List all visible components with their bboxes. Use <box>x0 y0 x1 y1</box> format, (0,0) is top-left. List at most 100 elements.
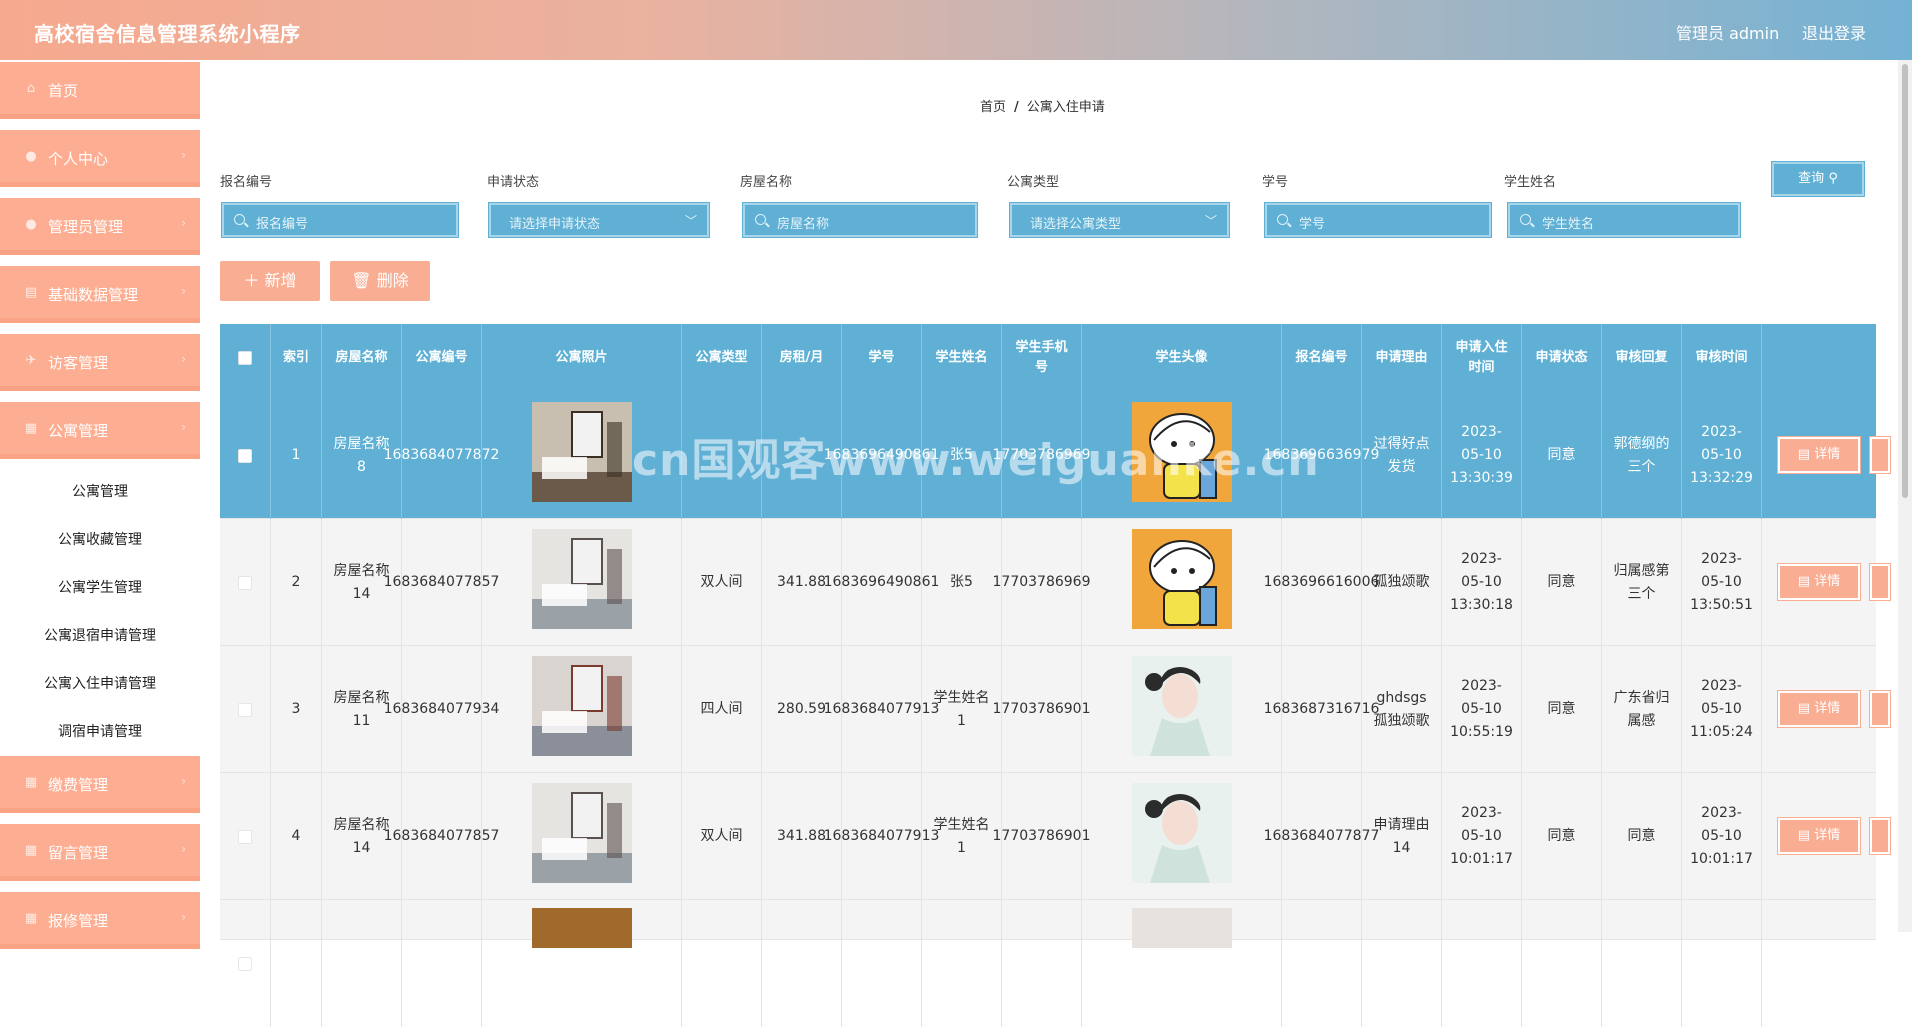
status-select[interactable]: 请选择申请状态 ﹀ <box>489 203 709 237</box>
detail-button[interactable]: ▤ 详情 <box>1778 691 1860 727</box>
cell-status: 同意 <box>1522 392 1602 519</box>
detail-label: 详情 <box>1814 574 1841 589</box>
header-cell: 房租/月 <box>762 324 842 392</box>
grid-icon: ▦ <box>24 421 38 436</box>
cell-report-no: 1683696616006 <box>1264 519 1379 646</box>
table-header: 索引 房屋名称 公寓编号 公寓照片 公寓类型 房租/月 学号 学生姓名 学生手机… <box>220 324 1876 392</box>
detail-button[interactable]: ▤ 详情 <box>1778 818 1860 854</box>
search-icon <box>1520 214 1531 225</box>
select-all-checkbox[interactable] <box>238 351 252 365</box>
student-avatar-cell <box>1082 519 1282 646</box>
cell-apply-time: 2023-05-10 13:30:18 <box>1442 519 1522 646</box>
detail-button[interactable]: ▤ 详情 <box>1778 437 1860 473</box>
sidebar-item-basic-data[interactable]: ▤ 基础数据管理 › <box>0 266 200 326</box>
apartment-photo <box>531 782 632 891</box>
cell-idx: 1 <box>271 392 322 519</box>
chevron-icon: › <box>181 352 186 366</box>
header-cell: 学号 <box>842 324 922 392</box>
row-action-button[interactable] <box>1870 437 1890 473</box>
sub-item-checkout-apply[interactable]: 公寓退宿申请管理 <box>0 612 200 660</box>
header-cell: 审核时间 <box>1682 324 1762 392</box>
sidebar-item-label: 首页 <box>48 82 79 100</box>
detail-label: 详情 <box>1814 701 1841 716</box>
sidebar-item-repair[interactable]: ▦ 报修管理 › <box>0 892 200 952</box>
input-placeholder: 房屋名称 <box>777 217 830 232</box>
header-cell: 学生头像 <box>1082 324 1282 392</box>
header-cell: 公寓照片 <box>482 324 682 392</box>
row-checkbox[interactable] <box>238 575 252 590</box>
sidebar-item-apartment[interactable]: ▦ 公寓管理 › <box>0 402 200 462</box>
sidebar-item-visitor[interactable]: ✈ 访客管理 › <box>0 334 200 394</box>
breadcrumb: 首页 / 公寓入住申请 <box>980 96 1105 115</box>
cell-idx: 3 <box>271 646 322 773</box>
row-action-button[interactable] <box>1870 564 1890 600</box>
student-avatar-cell <box>1082 646 1282 773</box>
cell-apt-no: 1683684077857 <box>384 519 499 646</box>
header-select-all[interactable] <box>220 324 271 392</box>
sub-item-apartment[interactable]: 公寓管理 <box>0 468 200 516</box>
room-name-input[interactable]: 房屋名称 <box>743 203 977 237</box>
student-no-input[interactable]: 学号 <box>1265 203 1491 237</box>
logout-link[interactable]: 退出登录 <box>1802 20 1866 44</box>
cell-reply: 郭德纲的三个 <box>1602 392 1682 519</box>
table-row[interactable] <box>220 900 1876 1027</box>
row-select-cell <box>220 900 271 1027</box>
cell-type: 四人间 <box>682 646 762 773</box>
sidebar-item-label: 报修管理 <box>48 912 109 930</box>
apartment-photo <box>531 401 632 510</box>
filter-label-apt-type: 公寓类型 <box>1007 175 1060 190</box>
row-select-cell <box>220 646 271 773</box>
table-row[interactable]: 4 房屋名称14 1683684077857 双人间 341.88 16836840779… <box>220 773 1890 900</box>
admin-label: 管理员 admin <box>1676 24 1780 43</box>
cell-idx: 4 <box>271 773 322 900</box>
sub-item-checkin-apply[interactable]: 公寓入住申请管理 <box>0 660 200 708</box>
student-name-input[interactable]: 学生姓名 <box>1508 203 1740 237</box>
cell-stu-name: 学生姓名1 <box>922 773 1002 900</box>
data-icon: ▤ <box>24 285 38 300</box>
row-action-button[interactable] <box>1870 818 1890 854</box>
scrollbar-thumb[interactable] <box>1902 64 1908 498</box>
chevron-icon: › <box>181 910 186 924</box>
table-row[interactable]: 2 房屋名称14 1683684077857 双人间 341.88 16836964908… <box>220 519 1890 646</box>
sub-item-transfer-apply[interactable]: 调宿申请管理 <box>0 708 200 756</box>
row-checkbox[interactable] <box>238 956 252 971</box>
watermark: cn国观客www.weiguanke.cn <box>632 435 1320 486</box>
document-icon: ▤ <box>1797 701 1815 716</box>
chevron-icon: › <box>181 842 186 856</box>
sub-item-apartment-students[interactable]: 公寓学生管理 <box>0 564 200 612</box>
query-button[interactable]: 查询 ⚲ <box>1772 162 1864 196</box>
add-button[interactable]: ＋ 新增 <box>220 261 320 301</box>
header-cell: 学生姓名 <box>922 324 1002 392</box>
row-action-button[interactable] <box>1870 691 1890 727</box>
cell-stu-name: 张5 <box>922 519 1002 646</box>
sidebar-item-admin[interactable]: ● 管理员管理 › <box>0 198 200 258</box>
row-checkbox[interactable] <box>238 448 252 463</box>
apt-type-select[interactable]: 请选择公寓类型 ﹀ <box>1010 203 1229 237</box>
cell-type: 双人间 <box>682 773 762 900</box>
row-checkbox[interactable] <box>238 702 252 717</box>
header-cell: 申请入住时间 <box>1442 324 1522 392</box>
row-checkbox[interactable] <box>238 829 252 844</box>
query-label: 查询 <box>1798 171 1825 186</box>
plus-icon: ＋ <box>243 271 260 290</box>
student-avatar <box>1131 528 1232 637</box>
sidebar-item-personal[interactable]: ● 个人中心 › <box>0 130 200 190</box>
cell-reply: 归属感第三个 <box>1602 519 1682 646</box>
page-scrollbar[interactable] <box>1898 60 1912 932</box>
chevron-down-icon: ﹀ <box>1204 214 1217 228</box>
sidebar-item-message[interactable]: ▦ 留言管理 › <box>0 824 200 884</box>
delete-button[interactable]: 🗑 删除 <box>330 261 430 301</box>
report-no-input[interactable]: 报名编号 <box>222 203 458 237</box>
breadcrumb-home[interactable]: 首页 <box>980 100 1006 115</box>
detail-button[interactable]: ▤ 详情 <box>1778 564 1860 600</box>
document-icon: ▤ <box>1797 447 1815 462</box>
sub-item-apartment-favorites[interactable]: 公寓收藏管理 <box>0 516 200 564</box>
table-row[interactable]: 3 房屋名称11 1683684077934 四人间 280.59 16836840779… <box>220 646 1890 773</box>
cell-reason: 申请理由14 <box>1362 773 1442 900</box>
sidebar-item-home[interactable]: ⌂ 首页 <box>0 62 200 122</box>
cell-report-no: 1683687316716 <box>1264 646 1379 773</box>
sidebar-item-label: 留言管理 <box>48 844 109 862</box>
message-icon: ▦ <box>24 843 38 858</box>
sidebar-item-payment[interactable]: ▦ 缴费管理 › <box>0 756 200 816</box>
student-avatar-cell <box>1082 773 1282 900</box>
